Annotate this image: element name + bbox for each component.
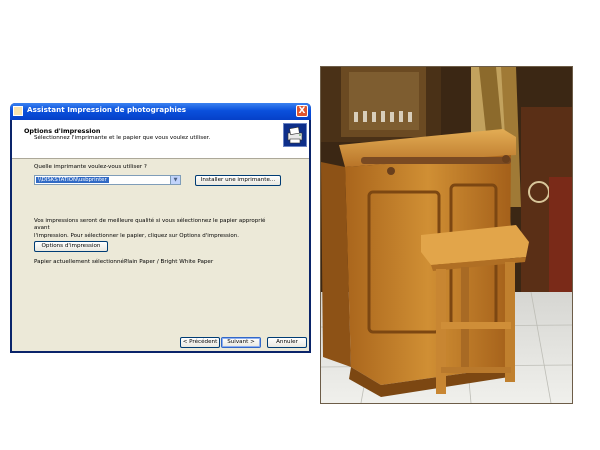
title-bar[interactable]: Assistant Impression de photographies X <box>10 103 311 120</box>
printer-question: Quelle imprimante voulez-vous utiliser ? <box>34 164 147 170</box>
close-button[interactable]: X <box>296 105 308 117</box>
app-icon <box>13 106 23 116</box>
paper-info-line-2: l'impression. Pour sélectionner le papie… <box>34 232 239 239</box>
page-subtitle: Sélectionnez l'imprimante et le papier q… <box>34 135 211 141</box>
current-paper-value: Plain Paper / Bright White Paper <box>124 259 214 265</box>
print-wizard-window: Assistant Impression de photographies X … <box>10 103 311 353</box>
cancel-button[interactable]: Annuler <box>267 337 307 348</box>
print-options-button[interactable]: Options d'impression <box>34 241 108 252</box>
chevron-down-icon[interactable]: ▼ <box>170 176 180 184</box>
current-paper-label: Papier actuellement sélectionné : <box>34 259 128 265</box>
back-button[interactable]: < Précédent <box>180 337 220 348</box>
paper-info-text: Vos impressions seront de meilleure qual… <box>34 218 266 240</box>
printer-select[interactable]: \\DISKSTATION\usbprinter ▼ <box>34 175 181 185</box>
bar-photo-illustration <box>321 67 572 403</box>
dialog-client-area: Options d'impression Sélectionnez l'impr… <box>12 120 309 351</box>
page-title: Options d'impression <box>24 127 101 135</box>
printer-icon <box>283 123 307 147</box>
photo-image <box>321 67 572 403</box>
install-printer-button[interactable]: Installer une imprimante... <box>195 175 281 186</box>
paper-info-line-1: Vos impressions seront de meilleure qual… <box>34 218 266 232</box>
printer-selected-value: \\DISKSTATION\usbprinter <box>36 177 109 183</box>
window-title: Assistant Impression de photographies <box>27 105 187 114</box>
next-button[interactable]: Suivant > <box>221 337 261 348</box>
wizard-header: Options d'impression Sélectionnez l'impr… <box>12 120 309 159</box>
